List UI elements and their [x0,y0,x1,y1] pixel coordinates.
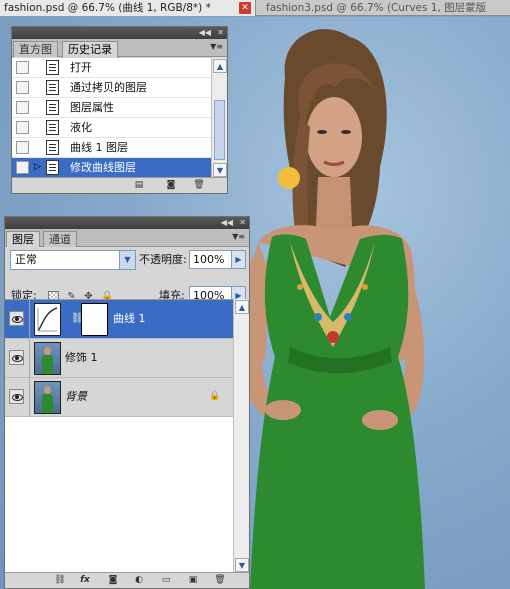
layers-scrollbar[interactable]: ▲ ▼ [233,299,249,573]
history-state-icon [46,60,59,75]
history-item-label: 通过拷贝的图层 [70,81,147,94]
history-item-label: 打开 [70,61,92,74]
opacity-label: 不透明度: [139,253,187,266]
panel-titlebar[interactable]: ◀◀ ✕ [12,27,227,39]
eye-icon[interactable] [9,311,24,326]
row-divider [29,300,30,339]
layer-row-background[interactable]: 背景 🔒 [5,378,234,417]
history-item-selected[interactable]: ▷ 修改曲线图层 [12,158,212,178]
history-bottom-bar: ▤ ◙ 🗑 [12,177,227,193]
panel-menu-icon[interactable]: ▼≡ [232,232,245,241]
history-brush-source-box[interactable] [16,121,29,134]
current-state-arrow-icon: ▷ [34,162,41,172]
trash-icon[interactable]: 🗑 [214,575,226,586]
document-tab-label: fashion.psd @ 66.7% (曲线 1, RGB/8*) * [4,2,211,14]
layers-list: ⛓ 曲线 1 修饰 1 背景 🔒 [5,299,234,573]
document-tab-fashion3[interactable]: fashion3.psd @ 66.7% (Curves 1, 图层蒙版 [262,0,510,16]
layer-mask-thumbnail[interactable] [81,303,108,336]
layer-thumbnail[interactable] [34,342,61,375]
opacity-field[interactable]: 100% ▶ [189,250,246,269]
history-state-icon [46,160,59,175]
lock-icon: 🔒 [209,391,221,401]
layers-panel: ◀◀ ✕ 图层 通道 ▼≡ 正常 ▼ 不透明度: 100% ▶ 锁定: ✎ ✥ … [4,216,250,589]
new-group-icon[interactable]: ▭ [160,575,172,586]
close-icon[interactable]: ✕ [239,217,246,229]
row-divider [29,339,30,378]
document-tab-fashion[interactable]: fashion.psd @ 66.7% (曲线 1, RGB/8*) * [0,0,256,16]
panel-tab-row: 图层 通道 ▼≡ [5,229,249,248]
tab-channels[interactable]: 通道 [43,231,77,247]
history-state-icon [46,100,59,115]
chevron-down-icon[interactable]: ▼ [119,251,135,269]
tab-histogram[interactable]: 直方图 [13,41,58,57]
layer-name[interactable]: 曲线 1 [113,312,146,326]
close-icon[interactable]: ✕ [239,2,251,14]
panel-tab-row: 直方图 历史记录 ▼≡ [12,39,227,58]
chevron-right-icon[interactable]: ▶ [231,251,245,268]
history-state-icon [46,120,59,135]
tab-history[interactable]: 历史记录 [62,41,118,58]
eye-icon[interactable] [9,350,24,365]
scroll-thumb[interactable] [214,100,225,160]
opacity-value: 100% [193,253,225,266]
history-item[interactable]: 液化 [12,118,212,138]
document-tab-strip: fashion.psd @ 66.7% (曲线 1, RGB/8*) * ✕ f… [0,0,510,16]
tab-layers[interactable]: 图层 [6,231,40,248]
document-tab-label: fashion3.psd @ 66.7% (Curves 1, 图层蒙版 [266,2,487,14]
scroll-up-icon[interactable]: ▲ [235,300,249,314]
history-item-label: 图层属性 [70,101,114,114]
history-state-icon [46,80,59,95]
panel-menu-icon[interactable]: ▼≡ [210,42,223,51]
scroll-down-icon[interactable]: ▼ [235,558,249,572]
collapse-icon[interactable]: ◀◀ [199,27,211,39]
history-brush-source-box[interactable] [16,81,29,94]
row-divider [29,378,30,417]
new-snapshot-icon[interactable]: ◙ [165,180,177,191]
blend-mode-value: 正常 [15,253,37,266]
history-list: 打开 通过拷贝的图层 图层属性 液化 曲线 1 图层 ▷ 修改曲线图层 [12,58,212,178]
layer-style-icon[interactable]: fx [79,575,91,586]
history-brush-source-box[interactable] [16,141,29,154]
history-brush-source-box[interactable] [16,101,29,114]
panel-titlebar[interactable]: ◀◀ ✕ [5,217,249,229]
layers-bottom-bar: ⛓ fx ◙ ◐ ▭ ▣ 🗑 [5,572,249,588]
history-item-label: 曲线 1 图层 [70,141,128,154]
scroll-up-icon[interactable]: ▲ [213,59,227,73]
history-item-label: 修改曲线图层 [70,161,136,174]
new-adjustment-layer-icon[interactable]: ◐ [133,575,145,586]
close-icon[interactable]: ✕ [217,27,224,39]
trash-icon[interactable]: 🗑 [193,180,205,191]
history-brush-source-box[interactable] [16,61,29,74]
history-panel: ◀◀ ✕ 直方图 历史记录 ▼≡ 打开 通过拷贝的图层 图层属性 液化 曲线 1… [11,26,228,194]
history-item[interactable]: 图层属性 [12,98,212,118]
link-layers-icon[interactable]: ⛓ [54,575,66,586]
history-scrollbar[interactable]: ▲ ▼ [211,58,227,178]
layer-name[interactable]: 修饰 1 [65,351,98,365]
history-item[interactable]: 曲线 1 图层 [12,138,212,158]
scroll-down-icon[interactable]: ▼ [213,163,227,177]
history-item[interactable]: 打开 [12,58,212,78]
history-item[interactable]: 通过拷贝的图层 [12,78,212,98]
collapse-icon[interactable]: ◀◀ [221,217,233,229]
layer-row-curves[interactable]: ⛓ 曲线 1 [5,300,234,339]
blend-mode-select[interactable]: 正常 ▼ [10,250,136,270]
marker-dot [278,167,300,189]
history-item-label: 液化 [70,121,92,134]
history-state-icon [46,140,59,155]
layer-name[interactable]: 背景 [65,390,87,404]
add-mask-icon[interactable]: ◙ [107,575,119,586]
curves-adjustment-thumbnail[interactable] [34,303,61,336]
layer-thumbnail[interactable] [34,381,61,414]
new-document-from-state-icon[interactable]: ▤ [133,180,145,191]
layer-row-retouch[interactable]: 修饰 1 [5,339,234,378]
curves-icon [37,307,58,332]
new-layer-icon[interactable]: ▣ [187,575,199,586]
history-brush-source-box[interactable] [16,161,29,174]
eye-icon[interactable] [9,389,24,404]
